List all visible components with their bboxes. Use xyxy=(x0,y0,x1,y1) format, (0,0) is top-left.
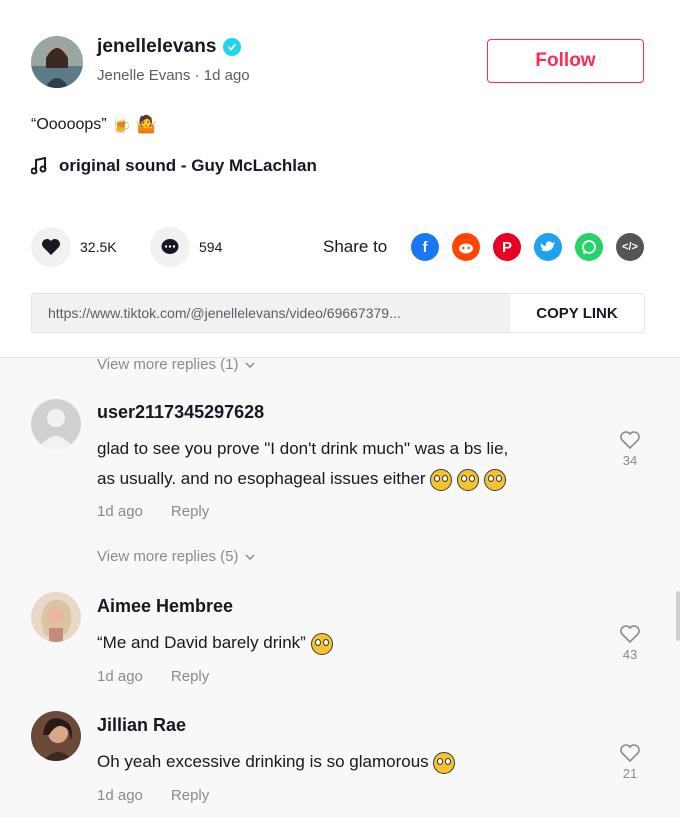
caption-text: “Ooooops” xyxy=(31,116,107,133)
comment-like-button[interactable]: 34 xyxy=(615,430,645,468)
like-button[interactable] xyxy=(31,227,71,267)
whatsapp-icon[interactable] xyxy=(575,233,603,261)
comment-username[interactable]: Jillian Rae xyxy=(97,715,186,736)
reply-button[interactable]: Reply xyxy=(171,668,209,685)
comment-meta: 1d ago Reply xyxy=(97,787,209,804)
comment-username[interactable]: Aimee Hembree xyxy=(97,596,233,617)
copy-link-button[interactable]: COPY LINK xyxy=(510,294,644,332)
verified-badge-icon xyxy=(222,38,241,56)
heart-outline-icon xyxy=(620,744,640,763)
shrug-emoji-icon: 🤷 xyxy=(135,115,157,134)
author-display-name: Jenelle Evans xyxy=(97,67,191,84)
reply-button[interactable]: Reply xyxy=(171,503,209,520)
heart-outline-icon xyxy=(620,431,640,450)
author-avatar[interactable] xyxy=(31,36,83,88)
comment-button[interactable] xyxy=(150,227,190,267)
rolling-eyes-emoji-icon xyxy=(457,468,480,491)
rolling-eyes-emoji-icon xyxy=(483,468,506,491)
rolling-eyes-emoji-icon xyxy=(433,751,456,774)
author-username-row[interactable]: jenellelevans xyxy=(97,36,241,58)
comment-avatar[interactable] xyxy=(31,399,81,449)
comment-like-count: 21 xyxy=(622,766,638,781)
comment-meta: 1d ago Reply xyxy=(97,503,209,520)
rolling-eyes-emoji-icon xyxy=(430,468,453,491)
comment-like-button[interactable]: 21 xyxy=(615,743,645,781)
music-note-icon xyxy=(31,157,47,175)
heart-outline-icon xyxy=(620,625,640,644)
pinterest-icon[interactable]: P xyxy=(493,233,521,261)
comment-count: 594 xyxy=(199,239,223,255)
comment-like-count: 34 xyxy=(622,453,638,468)
beer-emoji-icon: 🍺 xyxy=(110,115,132,134)
sound-title[interactable]: original sound - Guy McLachlan xyxy=(59,156,317,176)
comment-time: 1d ago xyxy=(97,668,143,685)
reply-button[interactable]: Reply xyxy=(171,787,209,804)
embed-icon[interactable]: </> xyxy=(616,233,644,261)
comments-section: View more replies (1) user2117345297628 … xyxy=(0,357,680,817)
sound-link[interactable]: original sound - Guy McLachlan xyxy=(31,156,317,176)
reddit-icon[interactable] xyxy=(452,233,480,261)
like-count: 32.5K xyxy=(80,239,117,255)
view-more-replies[interactable]: View more replies (5) xyxy=(97,548,256,565)
comment-username[interactable]: user2117345297628 xyxy=(97,402,264,423)
chevron-down-icon xyxy=(245,361,255,368)
comment-avatar[interactable] xyxy=(31,592,81,642)
comment-meta: 1d ago Reply xyxy=(97,668,209,685)
post-caption: “Ooooops” 🍺 🤷 xyxy=(31,115,157,135)
scrollbar-thumb[interactable] xyxy=(676,591,680,641)
video-link-url[interactable]: https://www.tiktok.com/@jenellelevans/vi… xyxy=(32,294,510,332)
twitter-icon[interactable] xyxy=(534,233,562,261)
copy-link-box: https://www.tiktok.com/@jenellelevans/vi… xyxy=(31,293,645,333)
chevron-down-icon xyxy=(245,553,255,560)
comment-avatar[interactable] xyxy=(31,711,81,761)
comment-time: 1d ago xyxy=(97,503,143,520)
share-label: Share to xyxy=(323,237,388,256)
comment-like-button[interactable]: 43 xyxy=(615,624,645,662)
comment-text: glad to see you prove "I don't drink muc… xyxy=(97,434,508,494)
comment-like-count: 43 xyxy=(622,647,638,662)
follow-button[interactable]: Follow xyxy=(487,39,644,83)
post-time: 1d ago xyxy=(203,67,250,84)
comment-text: “Me and David barely drink” xyxy=(97,628,333,658)
facebook-icon[interactable]: f xyxy=(411,233,439,261)
heart-icon xyxy=(42,239,60,255)
view-more-replies-top[interactable]: View more replies (1) xyxy=(97,358,256,373)
author-subline: Jenelle Evans · 1d ago xyxy=(97,67,250,84)
author-username[interactable]: jenellelevans xyxy=(97,36,217,58)
woozy-face-emoji-icon xyxy=(310,632,333,655)
comment-time: 1d ago xyxy=(97,787,143,804)
comment-text: Oh yeah excessive drinking is so glamoro… xyxy=(97,747,456,777)
comment-bubble-icon xyxy=(161,239,179,254)
